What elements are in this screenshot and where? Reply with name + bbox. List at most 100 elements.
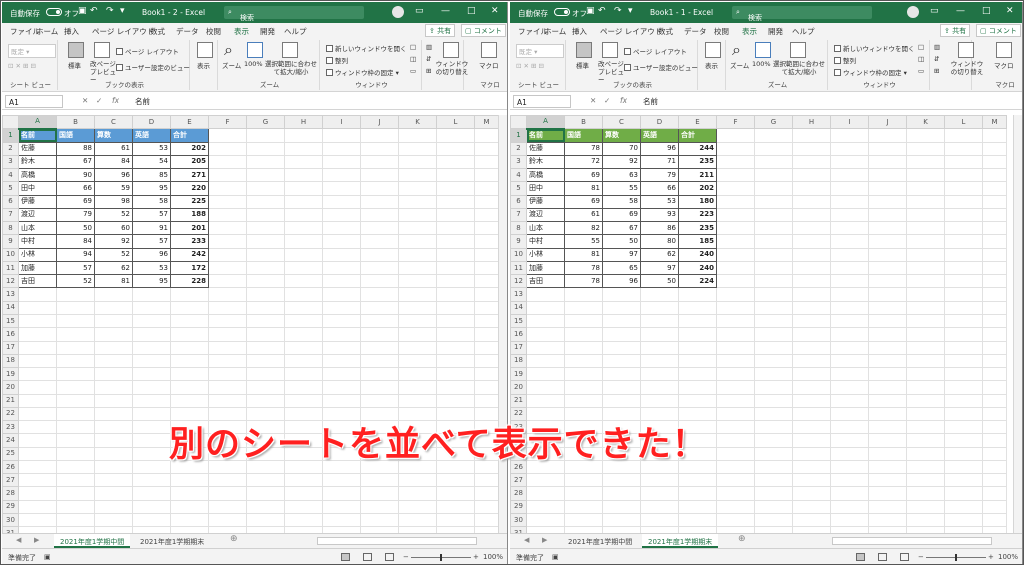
empty-cell[interactable]	[754, 446, 793, 461]
empty-cell[interactable]	[94, 393, 133, 408]
empty-cell[interactable]	[640, 499, 679, 514]
tab-1[interactable]: ホーム	[544, 26, 566, 37]
empty-cell[interactable]	[716, 247, 755, 262]
empty-cell[interactable]	[906, 194, 945, 209]
empty-cell[interactable]	[170, 300, 209, 315]
empty-cell[interactable]	[754, 274, 793, 289]
zoom-icon[interactable]: ⌕	[224, 40, 233, 60]
empty-cell[interactable]	[246, 353, 285, 369]
empty-cell[interactable]	[132, 499, 171, 514]
empty-cell[interactable]	[132, 367, 171, 382]
empty-cell[interactable]	[830, 499, 869, 514]
empty-cell[interactable]	[284, 141, 323, 156]
tab-6[interactable]: 校閲	[714, 26, 729, 37]
comment-button[interactable]: ▢ コメント	[976, 24, 1021, 37]
empty-cell[interactable]	[360, 393, 399, 408]
empty-cell[interactable]	[94, 433, 133, 448]
row-header[interactable]: 29	[2, 499, 19, 514]
empty-cell[interactable]	[602, 473, 641, 488]
empty-cell[interactable]	[18, 433, 57, 448]
empty-cell[interactable]	[716, 260, 755, 276]
page-break-status-icon[interactable]	[385, 553, 394, 561]
cancel-icon[interactable]: ✕	[590, 96, 596, 105]
empty-cell[interactable]	[436, 512, 475, 528]
empty-cell[interactable]	[474, 393, 499, 408]
next-sheet-icon[interactable]: ▶	[542, 536, 547, 544]
close-icon[interactable]: ✕	[1006, 6, 1014, 16]
empty-cell[interactable]	[208, 499, 247, 514]
empty-cell[interactable]	[208, 168, 247, 183]
row-header[interactable]: 7	[2, 207, 19, 223]
empty-cell[interactable]	[208, 340, 247, 355]
empty-cell[interactable]	[830, 406, 869, 422]
empty-cell[interactable]	[322, 168, 361, 183]
empty-cell[interactable]	[246, 380, 285, 395]
empty-cell[interactable]	[360, 221, 399, 236]
table-cell[interactable]: 78	[564, 274, 603, 289]
row-header[interactable]: 28	[2, 486, 19, 501]
empty-cell[interactable]	[398, 473, 437, 488]
row-header[interactable]: 4	[510, 168, 527, 183]
empty-cell[interactable]	[360, 353, 399, 369]
empty-cell[interactable]	[526, 340, 565, 355]
save-icon[interactable]: ▣	[78, 6, 87, 16]
empty-cell[interactable]	[868, 406, 907, 422]
empty-cell[interactable]	[132, 512, 171, 528]
row-header[interactable]: 1	[510, 128, 527, 143]
table-cell[interactable]: 201	[170, 221, 209, 236]
empty-cell[interactable]	[982, 327, 1007, 342]
empty-cell[interactable]	[792, 141, 831, 156]
empty-cell[interactable]	[18, 287, 57, 302]
empty-cell[interactable]	[322, 340, 361, 355]
empty-cell[interactable]	[982, 420, 1007, 435]
empty-cell[interactable]	[830, 221, 869, 236]
zoom-level[interactable]: 100%	[998, 553, 1018, 561]
insert-function-icon[interactable]: fx	[112, 96, 119, 105]
zoom-in-icon[interactable]: +	[988, 553, 994, 561]
row-header[interactable]: 13	[2, 287, 19, 302]
empty-cell[interactable]	[944, 420, 983, 435]
column-header[interactable]: F	[716, 114, 755, 130]
empty-cell[interactable]	[360, 181, 399, 196]
empty-cell[interactable]	[640, 367, 679, 382]
empty-cell[interactable]	[474, 367, 499, 382]
table-cell[interactable]: 84	[56, 234, 95, 249]
table-cell[interactable]: 96	[602, 274, 641, 289]
table-cell[interactable]: 鈴木	[526, 154, 565, 170]
row-header[interactable]: 4	[2, 168, 19, 183]
empty-cell[interactable]	[716, 234, 755, 249]
empty-cell[interactable]	[754, 327, 793, 342]
empty-cell[interactable]	[18, 393, 57, 408]
empty-cell[interactable]	[18, 313, 57, 329]
empty-cell[interactable]	[436, 499, 475, 514]
empty-cell[interactable]	[830, 327, 869, 342]
row-header[interactable]: 9	[2, 234, 19, 249]
account-avatar[interactable]	[907, 6, 919, 18]
empty-cell[interactable]	[906, 234, 945, 249]
empty-cell[interactable]	[754, 380, 793, 395]
reset-position-icon[interactable]: ⊞	[934, 67, 939, 75]
empty-cell[interactable]	[246, 393, 285, 408]
empty-cell[interactable]	[982, 247, 1007, 262]
empty-cell[interactable]	[716, 207, 755, 223]
empty-cell[interactable]	[868, 247, 907, 262]
comment-button[interactable]: ▢ コメント	[461, 24, 506, 37]
empty-cell[interactable]	[322, 473, 361, 488]
empty-cell[interactable]	[436, 260, 475, 276]
empty-cell[interactable]	[18, 300, 57, 315]
row-header[interactable]: 2	[2, 141, 19, 156]
empty-cell[interactable]	[906, 340, 945, 355]
row-header[interactable]: 6	[2, 194, 19, 209]
empty-cell[interactable]	[436, 194, 475, 209]
table-cell[interactable]: 57	[132, 207, 171, 223]
empty-cell[interactable]	[564, 353, 603, 369]
macro-record-icon[interactable]: ▣	[552, 553, 559, 561]
table-cell[interactable]: 180	[678, 194, 717, 209]
prev-sheet-icon[interactable]: ◀	[16, 536, 21, 544]
empty-cell[interactable]	[754, 420, 793, 435]
hide-icon[interactable]: ◫	[918, 55, 924, 63]
zoom-selection-icon[interactable]	[790, 42, 806, 58]
macro-record-icon[interactable]: ▣	[44, 553, 51, 561]
empty-cell[interactable]	[322, 128, 361, 143]
empty-cell[interactable]	[284, 154, 323, 170]
